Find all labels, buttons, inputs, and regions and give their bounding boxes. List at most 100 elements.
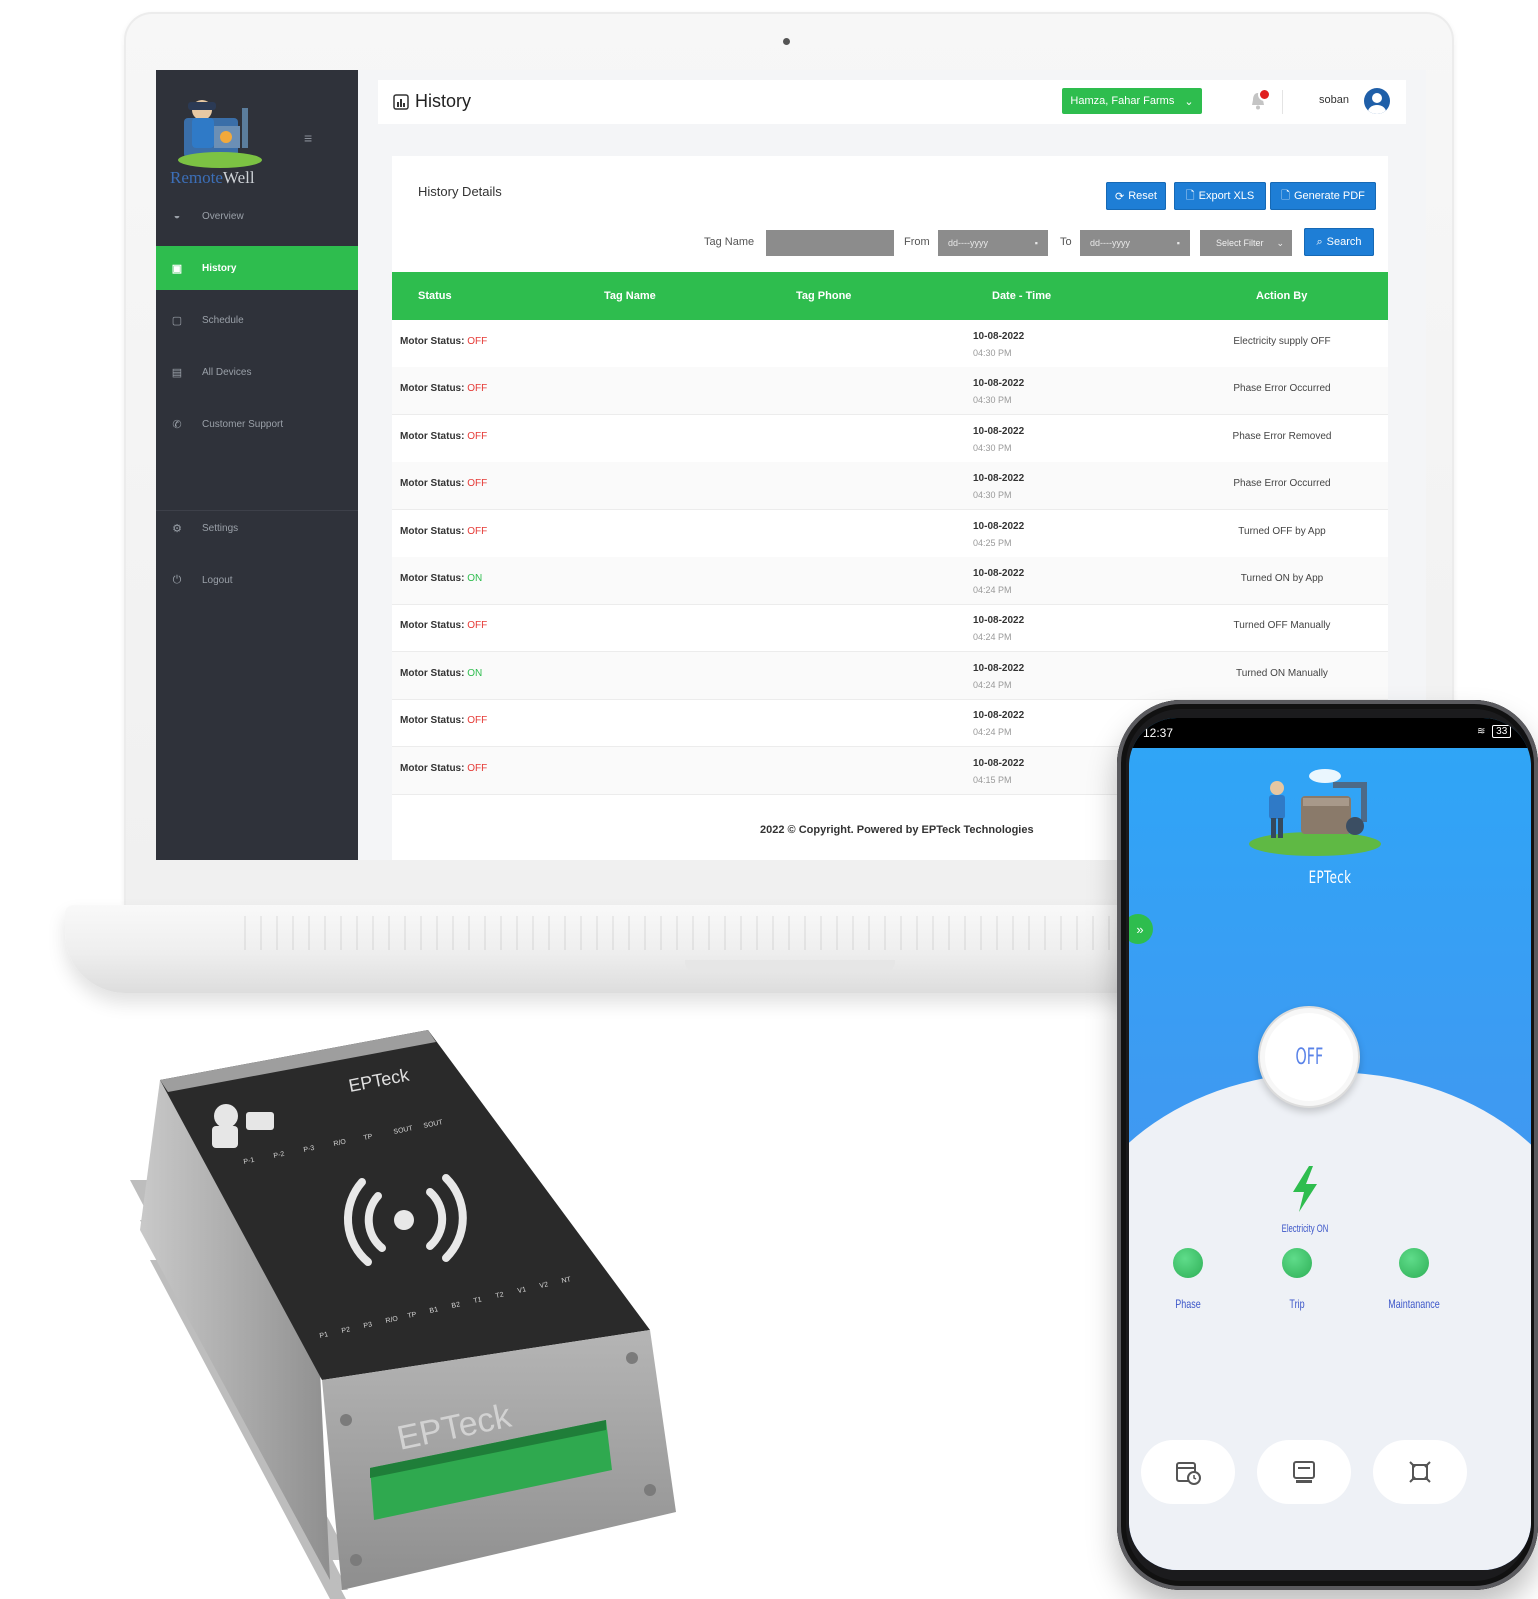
gear-icon: ⚙ [172, 522, 182, 535]
remotewell-logo-image [170, 88, 270, 170]
menu-toggle-icon[interactable]: ≡ [304, 130, 312, 146]
electricity-status: Electricity ON [1281, 1223, 1329, 1235]
sidebar-item-settings[interactable]: ⚙ Settings [156, 506, 358, 550]
motor-status-cell: Motor Status: OFF [400, 383, 488, 395]
action-by-cell: Phase Error Removed [1232, 430, 1332, 442]
wifi-icon: ≋ [1477, 726, 1486, 737]
user-name[interactable]: soban [1319, 94, 1349, 106]
farm-select[interactable]: Hamza, Fahar Farms ⌄ [1062, 88, 1202, 114]
dashboard-icon: ◒ [173, 210, 181, 222]
reset-button[interactable]: ⟳ Reset [1106, 182, 1166, 210]
laptop-notch [685, 960, 895, 972]
chevron-down-icon: ⌄ [1184, 95, 1194, 108]
calendar-clock-icon [1176, 1462, 1201, 1485]
date-time-cell: 10-08-2022 04:30 PM [973, 331, 1025, 358]
status-value: OFF [467, 383, 488, 395]
column-tag-name[interactable]: Tag Name [604, 272, 656, 320]
history-nav-button[interactable] [1141, 1440, 1235, 1504]
date-time-cell: 10-08-2022 04:25 PM [973, 520, 1025, 548]
sidebar-item-label: Settings [202, 522, 239, 534]
motor-status-cell: Motor Status: OFF [400, 715, 488, 727]
date-time-cell: 10-08-2022 04:24 PM [973, 662, 1025, 690]
sidebar-item-all-devices[interactable]: ▤ All Devices [156, 350, 358, 394]
calendar-icon: ▪ [1176, 238, 1180, 248]
to-label: To [1060, 236, 1072, 248]
phase-label: Phase [1175, 1297, 1201, 1311]
device-list-icon [1293, 1461, 1315, 1483]
calendar-icon: ▢ [171, 314, 183, 327]
chevron-down-icon: ⌄ [1276, 237, 1284, 248]
expand-arrow-button[interactable]: » [1129, 914, 1153, 944]
refresh-icon: ⟳ [1115, 190, 1125, 203]
sidebar: RemoteWell ≡ ◒ Overview ▣ History ▢ Sche… [156, 70, 358, 860]
sidebar-item-label: History [202, 262, 237, 274]
date-time-cell: 10-08-2022 04:30 PM [973, 378, 1025, 406]
motor-status-cell: Motor Status: ON [400, 573, 483, 584]
status-value: OFF [467, 762, 488, 774]
status-value: OFF [467, 715, 488, 727]
card-title: History Details [418, 184, 502, 199]
status-value: ON [467, 573, 483, 584]
action-by-cell: Phase Error Occurred [1233, 383, 1331, 395]
sidebar-item-schedule[interactable]: ▢ Schedule [156, 298, 358, 342]
phone-status-bar: 12:37 ≋ 33 [1129, 718, 1531, 748]
table-row: Motor Status: ON 10-08-2022 04:24 PM Turned… [392, 651, 1388, 700]
settings-nav-button[interactable] [1373, 1440, 1467, 1504]
motor-power-button[interactable]: OFF [1258, 1006, 1360, 1108]
action-by-cell: Turned ON by App [1240, 573, 1324, 584]
avatar[interactable] [1364, 88, 1390, 114]
status-time: 12:37 [1143, 726, 1174, 740]
header-divider [1282, 90, 1283, 114]
sidebar-item-customer-support[interactable]: ✆ Customer Support [156, 402, 358, 446]
maintenance-label: Maintanance [1388, 1297, 1440, 1311]
generate-pdf-button[interactable]: 🗋 Generate PDF [1270, 182, 1376, 210]
tag-name-input[interactable] [766, 230, 894, 256]
app-title: EPTeck [1308, 868, 1352, 888]
phone-icon: ✆ [172, 418, 182, 431]
epteck-controller-device-image: EPTeck EPTeck P-1P-2P-3R/OTPSOUTSOUT P1P… [130, 1030, 676, 1599]
motor-status-cell: Motor Status: OFF [400, 430, 488, 442]
column-tag-phone[interactable]: Tag Phone [796, 272, 851, 320]
column-status[interactable]: Status [418, 272, 452, 320]
status-value: OFF [467, 430, 488, 442]
from-date-input[interactable]: dd----yyyy ▪ [938, 230, 1048, 256]
sidebar-item-overview[interactable]: ◒ Overview [156, 194, 358, 238]
date-time-cell: 10-08-2022 04:30 PM [973, 473, 1025, 501]
search-icon: ⌕ [1316, 235, 1323, 248]
table-row: Motor Status: ON 10-08-2022 04:24 PM Turned… [392, 557, 1388, 605]
table-row: Motor Status: OFF 10-08-2022 04:30 PM Phase… [392, 462, 1388, 511]
sidebar-item-logout[interactable]: ⏻ Logout [156, 558, 358, 602]
export-xls-button[interactable]: 🗋 Export XLS [1174, 182, 1266, 210]
table-row: Motor Status: OFF 10-08-2022 04:30 PM Elect… [392, 320, 1388, 368]
search-button[interactable]: ⌕ Search [1304, 228, 1374, 256]
battery-icon: ≋ 33 [1477, 725, 1512, 738]
status-value: OFF [467, 620, 488, 632]
status-value: OFF [467, 336, 488, 347]
action-by-cell: Electricity supply OFF [1233, 336, 1331, 347]
tools-icon [1409, 1461, 1431, 1483]
column-action-by[interactable]: Action By [1256, 272, 1307, 320]
date-time-cell: 10-08-2022 04:24 PM [973, 568, 1025, 595]
footer-copyright: 2022 © Copyright. Powered by EPTeck Tech… [760, 824, 1034, 836]
date-time-cell: 10-08-2022 04:24 PM [973, 710, 1025, 738]
date-time-cell: 10-08-2022 04:30 PM [973, 425, 1025, 453]
sidebar-item-label: Overview [202, 210, 244, 222]
calendar-icon: ▪ [1034, 238, 1038, 248]
filter-select[interactable]: Select Filter ⌄ [1200, 230, 1292, 256]
header: History Hamza, Fahar Farms ⌄ soban [378, 80, 1406, 124]
sidebar-item-history[interactable]: ▣ History [156, 246, 358, 290]
status-value: OFF [467, 525, 488, 537]
to-date-input[interactable]: dd----yyyy ▪ [1080, 230, 1190, 256]
from-label: From [904, 236, 930, 248]
action-by-cell: Turned OFF Manually [1233, 620, 1331, 632]
schedule-nav-button[interactable] [1257, 1440, 1351, 1504]
phase-indicator [1173, 1248, 1203, 1278]
devices-icon: ▤ [171, 366, 183, 379]
sidebar-item-label: Logout [202, 574, 233, 586]
maintenance-indicator [1399, 1248, 1429, 1278]
table-row: Motor Status: OFF 10-08-2022 04:30 PM Phase… [392, 367, 1388, 416]
column-date-time[interactable]: Date - Time [992, 272, 1051, 320]
sidebar-item-label: All Devices [202, 366, 252, 378]
farmer-well-illustration [1249, 769, 1381, 856]
status-value: ON [467, 667, 483, 679]
